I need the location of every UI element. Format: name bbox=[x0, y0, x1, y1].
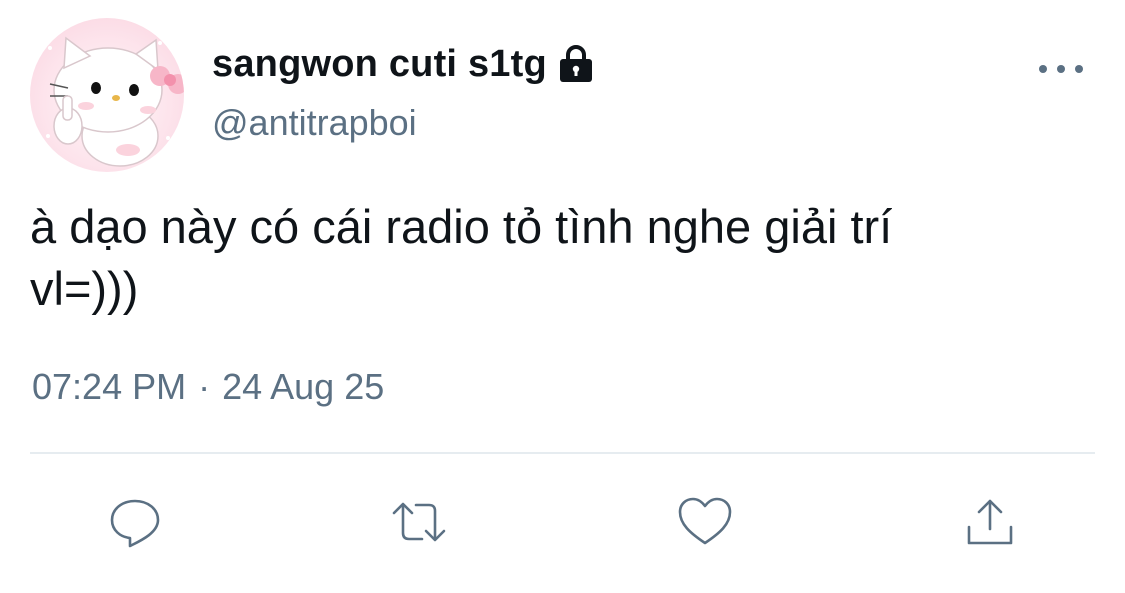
timestamp-separator: · bbox=[198, 366, 211, 407]
share-button[interactable] bbox=[958, 490, 1022, 554]
reply-button[interactable] bbox=[103, 490, 167, 554]
tweet-card: sangwon cuti s1tg @antitrapboi à dạo này… bbox=[0, 0, 1125, 593]
more-dot-icon bbox=[1057, 65, 1065, 73]
user-handle[interactable]: @antitrapboi bbox=[212, 102, 595, 144]
user-info: sangwon cuti s1tg @antitrapboi bbox=[212, 40, 595, 144]
lock-icon bbox=[557, 44, 595, 84]
more-dot-icon bbox=[1039, 65, 1047, 73]
more-options-button[interactable] bbox=[1039, 56, 1083, 82]
tweet-timestamp[interactable]: 07:24 PM · 24 Aug 25 bbox=[32, 366, 384, 408]
action-bar bbox=[0, 490, 1125, 560]
divider bbox=[30, 452, 1095, 454]
retweet-button[interactable] bbox=[387, 490, 451, 554]
display-name[interactable]: sangwon cuti s1tg bbox=[212, 43, 547, 86]
avatar[interactable] bbox=[30, 18, 184, 172]
tweet-time: 07:24 PM bbox=[32, 366, 187, 407]
share-icon bbox=[967, 499, 1013, 545]
retweet-icon bbox=[392, 502, 446, 542]
display-name-row: sangwon cuti s1tg bbox=[212, 40, 595, 88]
reply-icon bbox=[110, 499, 160, 548]
heart-icon bbox=[678, 497, 732, 545]
like-button[interactable] bbox=[673, 490, 737, 554]
more-dot-icon bbox=[1075, 65, 1083, 73]
tweet-header: sangwon cuti s1tg @antitrapboi bbox=[30, 18, 1095, 178]
tweet-text: à dạo này có cái radio tỏ tình nghe giải… bbox=[30, 200, 893, 315]
tweet-date: 24 Aug 25 bbox=[222, 366, 385, 407]
hello-kitty-avatar-icon bbox=[46, 36, 184, 167]
